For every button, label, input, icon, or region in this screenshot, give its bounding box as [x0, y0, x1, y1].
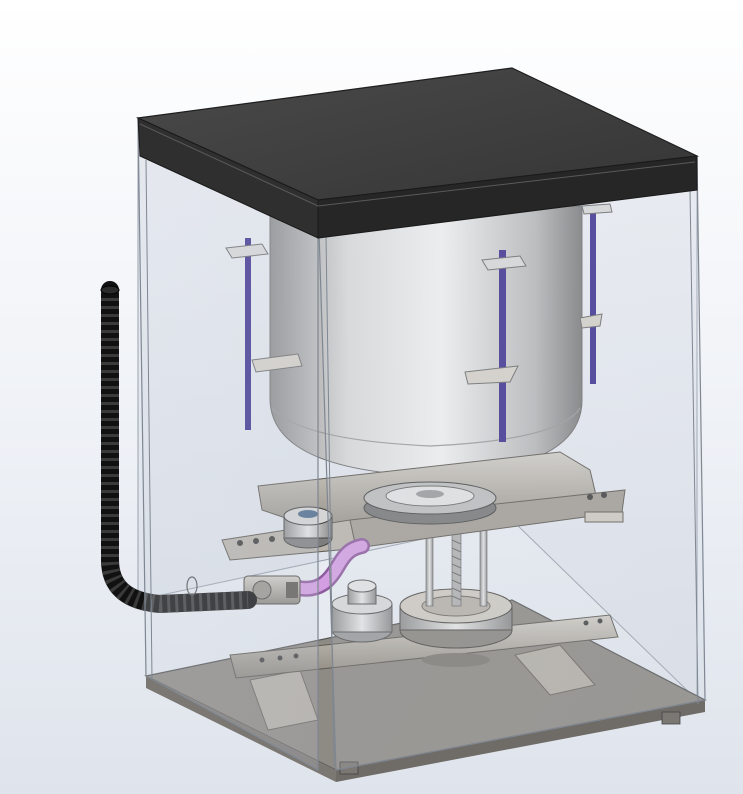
cad-viewport[interactable] — [0, 0, 743, 794]
assembly-drawing — [100, 67, 707, 782]
